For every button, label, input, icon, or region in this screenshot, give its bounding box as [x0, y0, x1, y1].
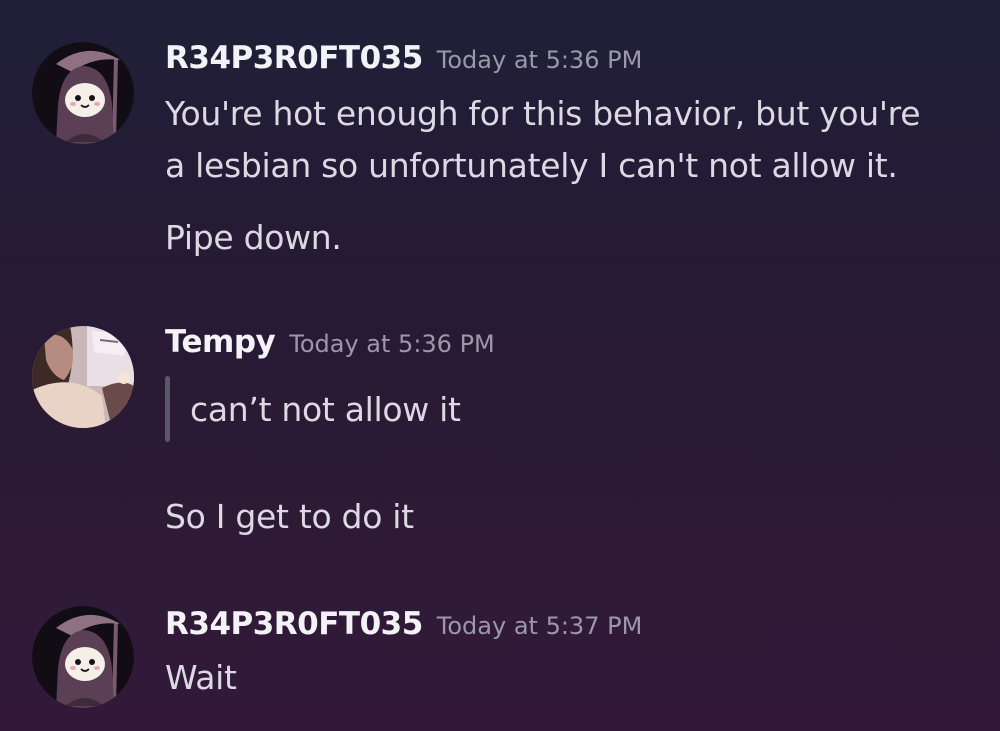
reaper-avatar-icon: [32, 606, 134, 708]
timestamp: Today at 5:37 PM: [436, 612, 643, 640]
message-text: Wait: [165, 658, 237, 697]
avatar[interactable]: [32, 606, 134, 708]
message-group: R34P3R0FT035 Today at 5:37 PM Wait: [0, 0, 1000, 731]
username[interactable]: R34P3R0FT035: [165, 606, 423, 642]
